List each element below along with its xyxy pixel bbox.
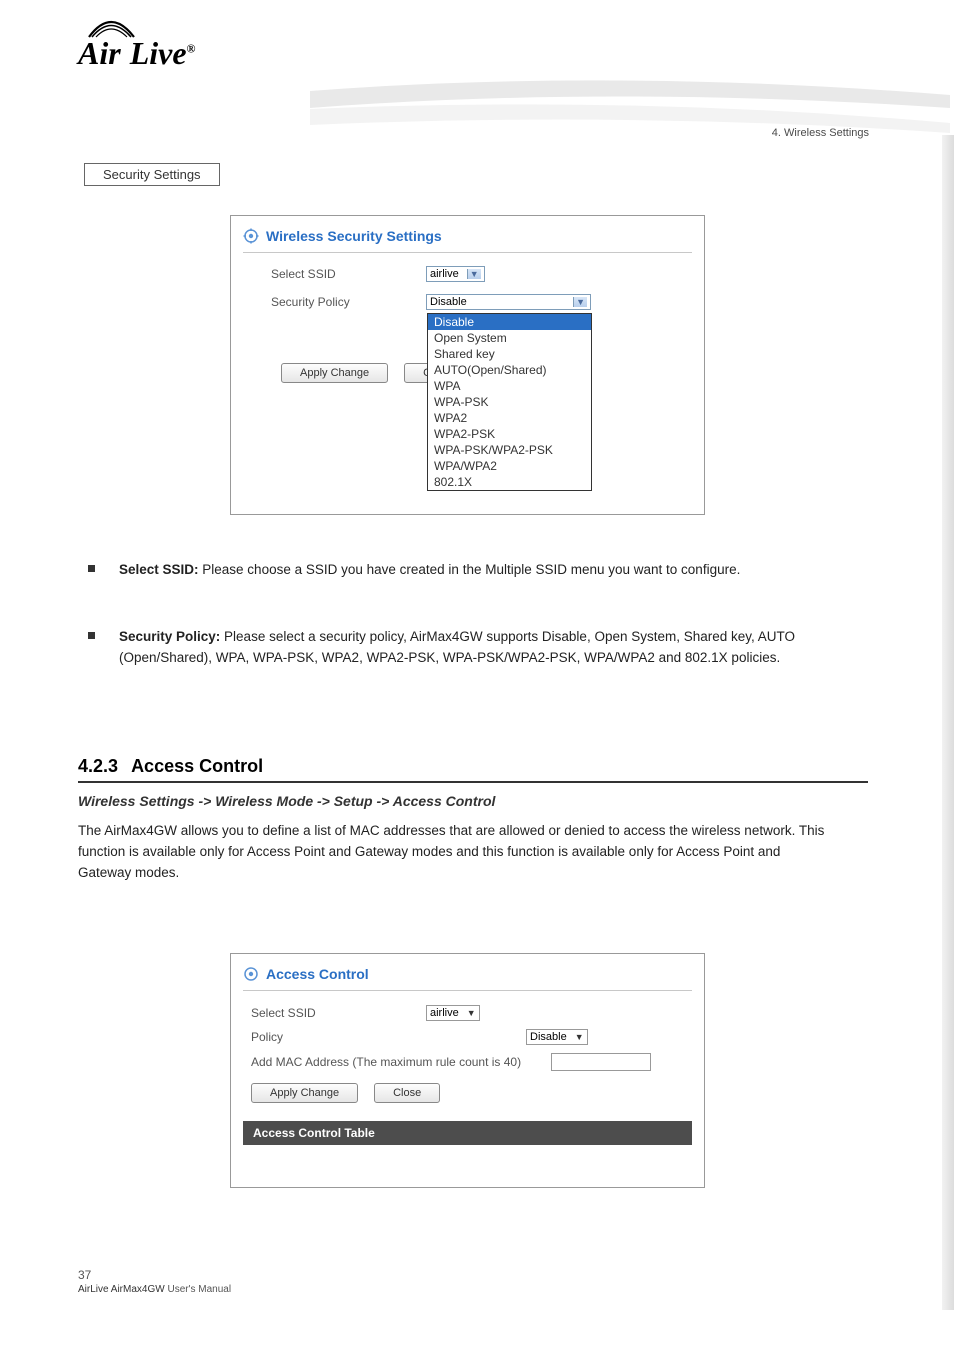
bullet-body: Please choose a SSID you have created in…	[199, 562, 741, 577]
add-mac-label: Add MAC Address (The maximum rule count …	[251, 1054, 551, 1070]
section-title: Access Control	[131, 756, 263, 776]
option-wpa2-psk[interactable]: WPA2-PSK	[428, 426, 591, 442]
bullet-security-policy: Security Policy: Please select a securit…	[78, 627, 868, 669]
bullet-title: Security Policy:	[119, 629, 220, 644]
apply-change-button[interactable]: Apply Change	[281, 363, 388, 383]
security-policy-label: Security Policy	[271, 295, 426, 309]
select-ssid-value: airlive	[430, 1007, 459, 1019]
panel-title-text: Wireless Security Settings	[266, 228, 442, 244]
select-ssid-dropdown[interactable]: airlive ▼	[426, 1005, 480, 1021]
option-shared-key[interactable]: Shared key	[428, 346, 591, 362]
bullet-select-ssid: Select SSID: Please choose a SSID you ha…	[78, 560, 868, 581]
chapter-heading: 4. Wireless Settings	[772, 127, 869, 139]
chevron-down-icon: ▼	[467, 1008, 476, 1018]
brand-logo: Air Live®	[78, 35, 278, 105]
chevron-down-icon: ▼	[575, 1032, 584, 1042]
option-wpa2[interactable]: WPA2	[428, 410, 591, 426]
logo-live: Live	[130, 35, 187, 71]
option-wpa[interactable]: WPA	[428, 378, 591, 394]
divider	[243, 990, 692, 991]
option-disable[interactable]: Disable	[428, 314, 591, 330]
security-policy-options: Disable Open System Shared key AUTO(Open…	[427, 313, 592, 491]
bullet-icon	[88, 565, 95, 572]
footer-product: AirLive AirMax4GW	[78, 1284, 165, 1295]
select-ssid-label: Select SSID	[251, 1006, 426, 1020]
security-policy-dropdown[interactable]: Disable ▼ Disable Open System Shared key…	[426, 294, 591, 310]
section-rule	[78, 781, 868, 783]
chevron-down-icon: ▼	[467, 269, 481, 279]
policy-value: Disable	[530, 1031, 567, 1043]
section-number: 4.2.3	[78, 756, 118, 776]
select-ssid-dropdown[interactable]: airlive ▼	[426, 266, 485, 282]
select-ssid-label: Select SSID	[271, 267, 426, 281]
select-ssid-value: airlive	[430, 268, 459, 280]
panel-title-text: Access Control	[266, 966, 369, 982]
close-button[interactable]: Close	[374, 1083, 440, 1103]
option-wpa-psk-wpa2-psk[interactable]: WPA-PSK/WPA2-PSK	[428, 442, 591, 458]
section-breadcrumb: Wireless Settings -> Wireless Mode -> Se…	[78, 793, 868, 809]
section-access-control: 4.2.3 Access Control Wireless Settings -…	[78, 756, 868, 884]
option-wpa-wpa2[interactable]: WPA/WPA2	[428, 458, 591, 474]
security-policy-value: Disable	[430, 296, 467, 308]
policy-label: Policy	[251, 1030, 526, 1044]
page-edge-decoration	[942, 135, 954, 1310]
apply-change-button[interactable]: Apply Change	[251, 1083, 358, 1103]
bullet-body: Please select a security policy, AirMax4…	[119, 629, 795, 665]
section-paragraph: The AirMax4GW allows you to define a lis…	[78, 821, 826, 884]
policy-dropdown[interactable]: Disable ▼	[526, 1029, 588, 1045]
section-heading-box: Security Settings	[84, 163, 220, 186]
panel-title: Access Control	[243, 966, 704, 982]
option-wpa-psk[interactable]: WPA-PSK	[428, 394, 591, 410]
access-control-panel: Access Control Select SSID airlive ▼ Pol…	[230, 953, 705, 1188]
divider	[243, 252, 692, 253]
option-open-system[interactable]: Open System	[428, 330, 591, 346]
banner-swoosh	[310, 73, 950, 133]
logo-air: Air	[78, 35, 121, 71]
gear-icon	[243, 228, 259, 244]
add-mac-input[interactable]	[551, 1053, 651, 1071]
page-footer: 37 AirLive AirMax4GW User's Manual	[78, 1268, 231, 1295]
access-control-table-header: Access Control Table	[243, 1121, 692, 1145]
footer-subtitle: User's Manual	[165, 1284, 231, 1295]
bullet-icon	[88, 632, 95, 639]
logo-registered: ®	[187, 41, 196, 55]
option-8021x[interactable]: 802.1X	[428, 474, 591, 490]
wireless-security-panel: Wireless Security Settings Select SSID a…	[230, 215, 705, 515]
option-auto[interactable]: AUTO(Open/Shared)	[428, 362, 591, 378]
page-number: 37	[78, 1268, 91, 1282]
gear-icon	[243, 966, 259, 982]
bullet-title: Select SSID:	[119, 562, 199, 577]
chevron-down-icon: ▼	[573, 297, 587, 307]
panel-title: Wireless Security Settings	[243, 228, 704, 244]
